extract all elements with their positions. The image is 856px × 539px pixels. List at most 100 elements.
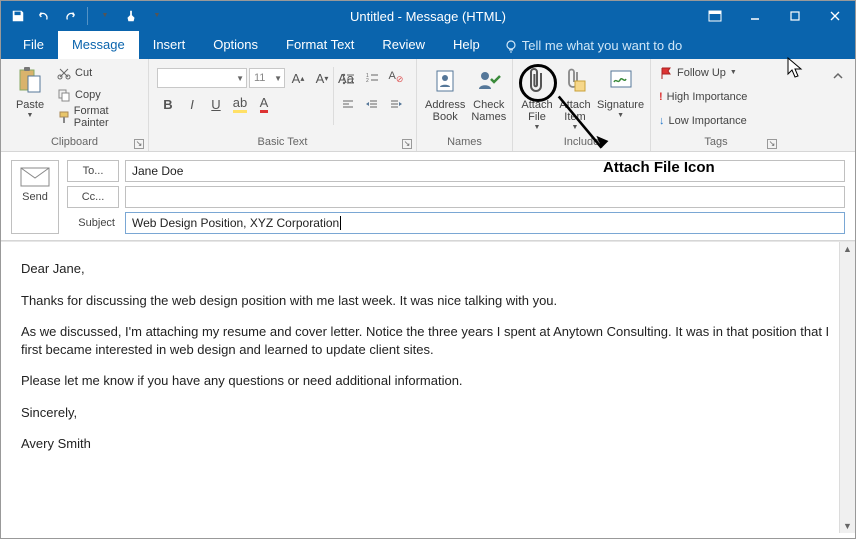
- clipboard-group-label: Clipboard: [51, 136, 98, 148]
- basic-text-group-label: Basic Text: [258, 136, 308, 148]
- font-name-combo[interactable]: ▼: [157, 68, 247, 88]
- tab-options[interactable]: Options: [199, 31, 272, 59]
- maximize-button[interactable]: [775, 1, 815, 31]
- vertical-scrollbar[interactable]: ▲ ▼: [839, 242, 855, 533]
- down-arrow-icon: ↓: [659, 115, 665, 127]
- send-button[interactable]: Send: [11, 160, 59, 234]
- cut-button[interactable]: Cut: [57, 63, 140, 83]
- tell-me-label: Tell me what you want to do: [522, 38, 682, 53]
- tab-message[interactable]: Message: [58, 31, 139, 59]
- tab-help[interactable]: Help: [439, 31, 494, 59]
- font-size-combo[interactable]: 11▼: [249, 68, 285, 88]
- to-button[interactable]: To...: [67, 160, 119, 182]
- window-controls: [695, 1, 855, 31]
- title-bar: ▼ ▼ Untitled - Message (HTML): [1, 1, 855, 31]
- body-paragraph: As we discussed, I'm attaching my resume…: [21, 323, 835, 358]
- qat-dropdown-icon[interactable]: ▼: [146, 5, 168, 27]
- svg-text:2: 2: [366, 78, 369, 84]
- chevron-down-icon: ▼: [534, 125, 541, 131]
- ribbon-group-clipboard: Paste ▼ Cut Copy Format Painter Clipboar…: [1, 59, 149, 151]
- scroll-down-icon[interactable]: ▼: [841, 519, 855, 533]
- chevron-down-icon: ▼: [572, 125, 579, 131]
- ribbon-tabs: File Message Insert Options Format Text …: [1, 31, 855, 59]
- increase-indent-button[interactable]: [385, 93, 407, 115]
- bold-button[interactable]: B: [157, 93, 179, 115]
- shrink-font-button[interactable]: A▾: [311, 67, 333, 89]
- low-importance-button[interactable]: ↓Low Importance: [659, 111, 747, 131]
- scissors-icon: [57, 66, 71, 80]
- font-color-button[interactable]: A: [253, 93, 275, 115]
- ribbon-group-names: Address Book Check Names Names: [417, 59, 513, 151]
- tab-format-text[interactable]: Format Text: [272, 31, 368, 59]
- ribbon-group-basic-text: ▼ 11▼ A▴ A▾ Aa B I U ab A 12 A⊘: [149, 59, 417, 151]
- names-group-label: Names: [447, 136, 482, 148]
- ribbon-display-options-icon[interactable]: [695, 1, 735, 31]
- tab-review[interactable]: Review: [368, 31, 439, 59]
- dialog-launcher-icon[interactable]: ↘: [767, 139, 777, 149]
- signature-icon: [605, 65, 637, 97]
- high-importance-button[interactable]: !High Importance: [659, 87, 747, 107]
- dialog-launcher-icon[interactable]: ↘: [134, 139, 144, 149]
- cc-field[interactable]: [125, 186, 845, 208]
- include-group-label: Include: [564, 136, 599, 148]
- window-title: Untitled - Message (HTML): [350, 9, 506, 24]
- tags-group-label: Tags: [704, 136, 727, 148]
- minimize-button[interactable]: [735, 1, 775, 31]
- flag-icon: [659, 66, 673, 80]
- redo-icon[interactable]: [59, 5, 81, 27]
- to-field[interactable]: Jane Doe: [125, 160, 845, 182]
- chevron-down-icon: ▼: [617, 113, 624, 119]
- paste-button[interactable]: Paste ▼: [9, 63, 51, 119]
- collapse-ribbon-button[interactable]: [827, 65, 849, 87]
- close-button[interactable]: [815, 1, 855, 31]
- attach-item-button[interactable]: Attach Item▼: [559, 63, 591, 131]
- exclamation-icon: !: [659, 91, 663, 103]
- grow-font-button[interactable]: A▴: [287, 67, 309, 89]
- text-caret: [340, 216, 341, 230]
- paperclip-icon: [521, 65, 553, 97]
- subject-label: Subject: [67, 212, 119, 234]
- check-names-button[interactable]: Check Names: [471, 63, 506, 123]
- lightbulb-icon: [504, 39, 518, 53]
- quick-access-toolbar: ▼ ▼: [1, 5, 168, 27]
- paste-icon: [14, 65, 46, 97]
- align-left-button[interactable]: [337, 93, 359, 115]
- check-names-icon: [473, 65, 505, 97]
- clear-formatting-button[interactable]: A⊘: [385, 67, 407, 89]
- address-book-button[interactable]: Address Book: [425, 63, 465, 123]
- body-paragraph: Avery Smith: [21, 435, 835, 453]
- scroll-up-icon[interactable]: ▲: [841, 242, 855, 256]
- bullets-button[interactable]: [337, 67, 359, 89]
- paintbrush-icon: [57, 110, 70, 124]
- tell-me-search[interactable]: Tell me what you want to do: [494, 32, 692, 59]
- dialog-launcher-icon[interactable]: ↘: [402, 139, 412, 149]
- body-paragraph: Thanks for discussing the web design pos…: [21, 292, 835, 310]
- copy-button[interactable]: Copy: [57, 85, 140, 105]
- signature-button[interactable]: Signature▼: [597, 63, 644, 119]
- tab-insert[interactable]: Insert: [139, 31, 200, 59]
- qat-customize-icon[interactable]: ▼: [94, 5, 116, 27]
- copy-icon: [57, 88, 71, 102]
- attach-item-icon: [559, 65, 591, 97]
- format-painter-button[interactable]: Format Painter: [57, 107, 140, 127]
- follow-up-button[interactable]: Follow Up ▼: [659, 63, 747, 83]
- chevron-down-icon: ▼: [27, 113, 34, 119]
- underline-button[interactable]: U: [205, 93, 227, 115]
- touch-mode-icon[interactable]: [120, 5, 142, 27]
- cc-button[interactable]: Cc...: [67, 186, 119, 208]
- decrease-indent-button[interactable]: [361, 93, 383, 115]
- tab-file[interactable]: File: [9, 31, 58, 59]
- numbering-button[interactable]: 12: [361, 67, 383, 89]
- subject-field[interactable]: Web Design Position, XYZ Corporation: [125, 212, 845, 234]
- undo-icon[interactable]: [33, 5, 55, 27]
- italic-button[interactable]: I: [181, 93, 203, 115]
- ribbon-group-tags: Follow Up ▼ !High Importance ↓Low Import…: [651, 59, 781, 151]
- body-paragraph: Dear Jane,: [21, 260, 835, 278]
- body-paragraph: Please let me know if you have any quest…: [21, 372, 835, 390]
- chevron-down-icon: ▼: [236, 74, 244, 83]
- attach-file-button[interactable]: Attach File▼: [521, 63, 553, 131]
- save-icon[interactable]: [7, 5, 29, 27]
- message-body[interactable]: Dear Jane, Thanks for discussing the web…: [1, 242, 855, 533]
- highlight-button[interactable]: ab: [229, 93, 251, 115]
- message-header-fields: Send To... Jane Doe Cc... Subject Web De…: [1, 152, 855, 241]
